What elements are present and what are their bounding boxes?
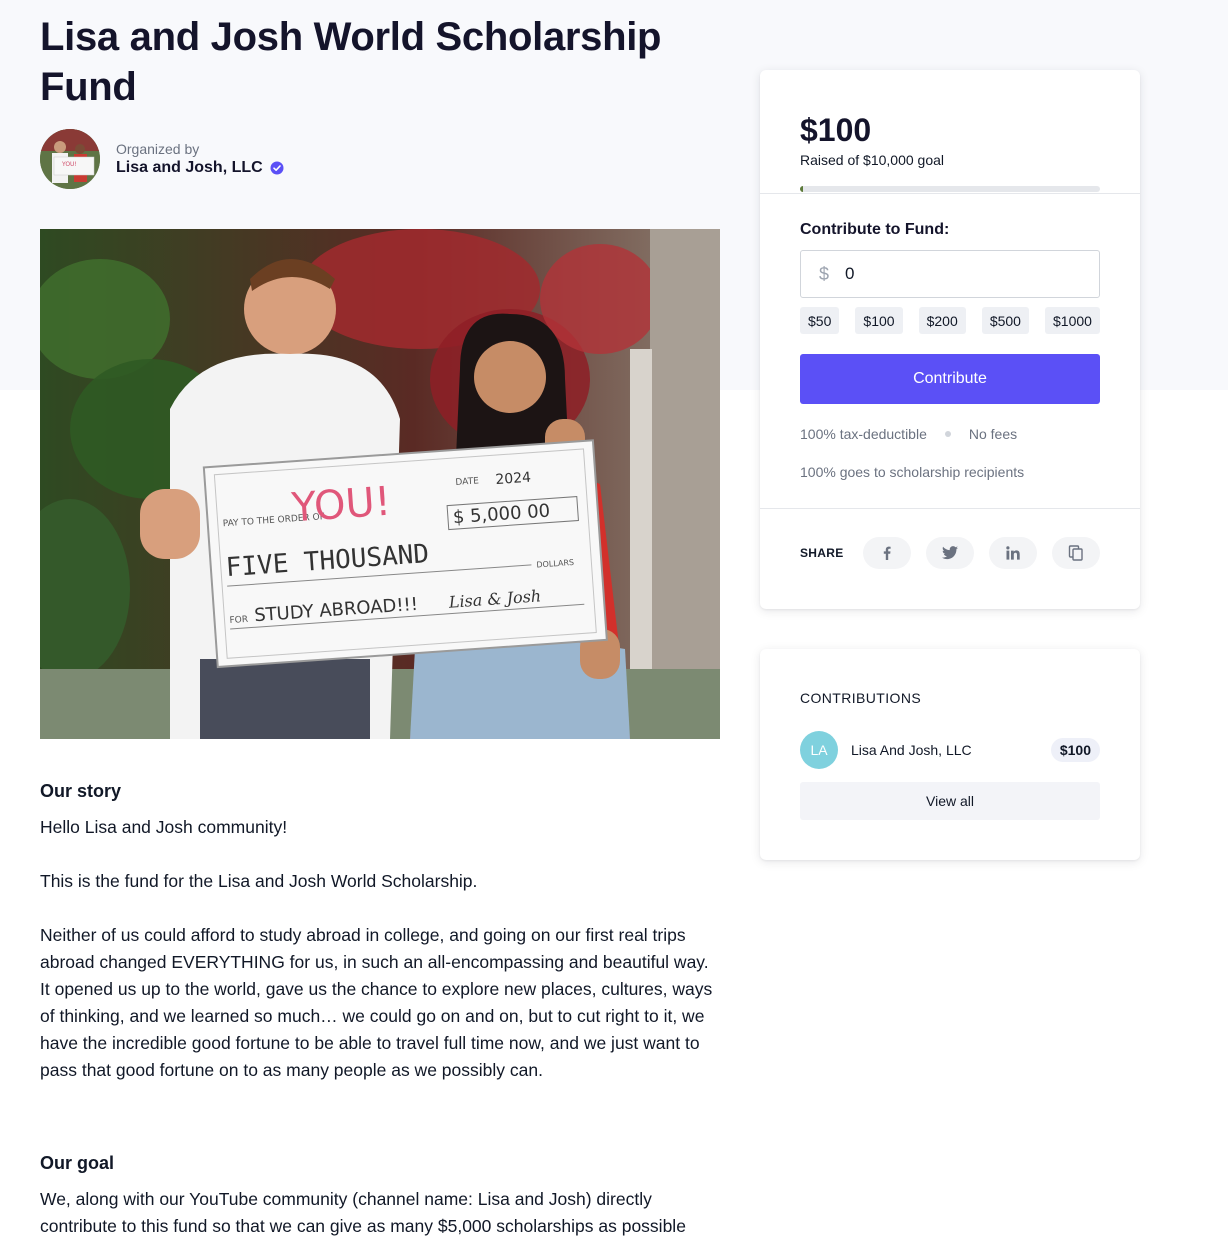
contribute-button[interactable]: Contribute bbox=[800, 354, 1100, 404]
organizer-block: YOU! Organized by Lisa and Josh, LLC bbox=[40, 129, 284, 189]
fund-card: $100 Raised of $10,000 goal Contribute t… bbox=[760, 70, 1140, 609]
contribution-amount-input[interactable] bbox=[845, 264, 1045, 284]
progress-bar bbox=[800, 186, 1100, 192]
goal-paragraph: We, along with our YouTube community (ch… bbox=[40, 1189, 686, 1236]
story-heading: Our story bbox=[40, 781, 122, 801]
facebook-icon bbox=[883, 546, 891, 560]
story-paragraph-1: Hello Lisa and Josh community! bbox=[40, 817, 288, 837]
preset-amount-500[interactable]: $500 bbox=[981, 307, 1029, 334]
story-paragraph-3: Neither of us could afford to study abro… bbox=[40, 925, 713, 1080]
check-date: 2024 bbox=[495, 470, 532, 488]
contributions-card: CONTRIBUTIONS LA Lisa And Josh, LLC $100… bbox=[760, 649, 1140, 860]
progress-bar-fill bbox=[800, 186, 803, 192]
check-payee: YOU! bbox=[289, 479, 392, 532]
copy-link-button[interactable] bbox=[1052, 537, 1100, 569]
check-date-label: DATE bbox=[455, 476, 479, 488]
copy-icon bbox=[1068, 545, 1083, 561]
organizer-avatar[interactable]: YOU! bbox=[40, 129, 100, 189]
raised-amount: $100 bbox=[800, 112, 872, 148]
divider bbox=[760, 193, 1140, 194]
contributor-name: Lisa And Josh, LLC bbox=[851, 742, 972, 758]
organized-by-label: Organized by bbox=[116, 141, 200, 157]
currency-symbol: $ bbox=[819, 263, 830, 284]
share-label: SHARE bbox=[800, 546, 844, 560]
contribution-amount-field[interactable]: $ bbox=[800, 250, 1100, 298]
organizer-name-text[interactable]: Lisa and Josh, LLC bbox=[116, 158, 263, 178]
contribution-row: LA Lisa And Josh, LLC $100 bbox=[800, 731, 1100, 769]
twitter-icon bbox=[942, 546, 958, 560]
view-all-button[interactable]: View all bbox=[800, 782, 1100, 820]
preset-amount-50[interactable]: $50 bbox=[800, 307, 840, 334]
preset-amount-1000[interactable]: $1000 bbox=[1045, 307, 1100, 334]
share-twitter-button[interactable] bbox=[926, 537, 974, 569]
perks-row: 100% tax-deductible No fees bbox=[800, 426, 1017, 442]
share-buttons bbox=[863, 537, 1115, 569]
preset-amount-200[interactable]: $200 bbox=[918, 307, 966, 334]
check-for-label: FOR bbox=[229, 615, 248, 626]
story-paragraph-2: This is the fund for the Lisa and Josh W… bbox=[40, 871, 478, 891]
organizer-name[interactable]: Lisa and Josh, LLC bbox=[116, 158, 284, 178]
contribution-amount-badge: $100 bbox=[1050, 738, 1100, 762]
svg-text:YOU!: YOU! bbox=[61, 161, 77, 168]
preset-amount-100[interactable]: $100 bbox=[855, 307, 903, 334]
contributor-avatar: LA bbox=[800, 731, 838, 769]
verified-badge-icon bbox=[270, 161, 284, 175]
preset-amounts: $50 $100 $200 $500 $1000 bbox=[800, 307, 1100, 334]
divider bbox=[760, 508, 1140, 509]
hero-image: PAY TO THE ORDER OF YOU! DATE 2024 $ 5,0… bbox=[40, 229, 720, 739]
linkedin-icon bbox=[1006, 546, 1020, 560]
contribute-to-fund-label: Contribute to Fund: bbox=[800, 221, 950, 238]
separator-dot bbox=[944, 431, 951, 437]
contributions-title: CONTRIBUTIONS bbox=[800, 690, 922, 706]
goal-heading: Our goal bbox=[40, 1153, 115, 1173]
raised-goal-text: Raised of $10,000 goal bbox=[800, 152, 944, 168]
share-linkedin-button[interactable] bbox=[989, 537, 1037, 569]
page-title: Lisa and Josh World Scholarship Fund bbox=[40, 15, 662, 109]
share-facebook-button[interactable] bbox=[863, 537, 911, 569]
tax-deductible-text: 100% tax-deductible bbox=[800, 426, 927, 442]
no-fees-text: No fees bbox=[968, 426, 1018, 442]
recipients-text: 100% goes to scholarship recipients bbox=[800, 464, 1025, 480]
